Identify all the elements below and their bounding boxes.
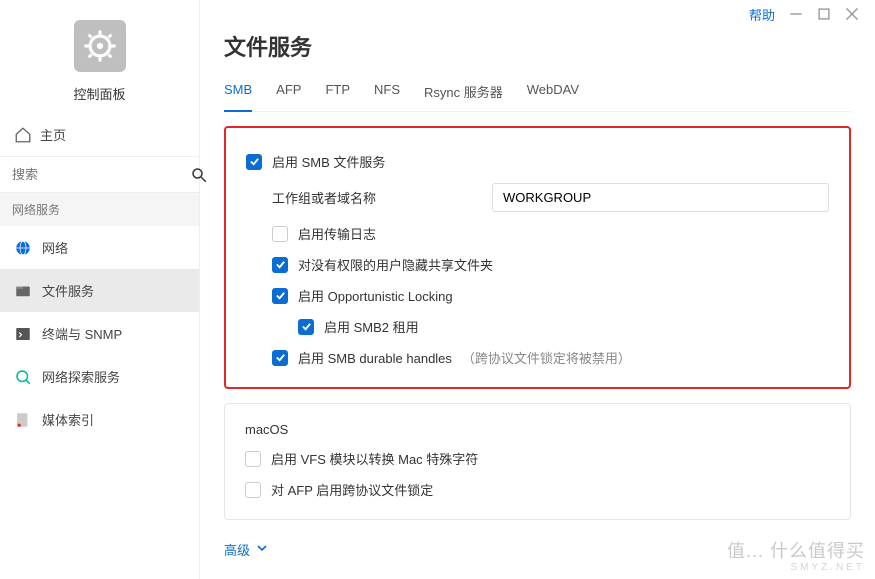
label-afp-lock: 对 AFP 启用跨协议文件锁定 [271,480,433,499]
discovery-icon [14,368,32,386]
minimize-icon[interactable] [789,7,803,21]
macos-title: macOS [245,422,830,437]
advanced-label: 高级 [224,540,250,559]
tab-smb[interactable]: SMB [224,76,252,111]
label-oplock: 启用 Opportunistic Locking [298,286,453,305]
sidebar-item-label: 文件服务 [42,281,94,300]
terminal-icon [14,325,32,343]
sidebar-item-network[interactable]: 网络 [0,226,199,269]
watermark: 值... 什么值得买 SMYZ.NET [727,542,865,573]
sidebar-item-label: 网络探索服务 [42,367,120,386]
search-input[interactable] [10,163,190,186]
home-icon [14,126,32,144]
home-label: 主页 [40,125,66,144]
media-icon [14,411,32,429]
checkbox-enable-log[interactable] [272,226,288,242]
sidebar-item-label: 终端与 SNMP [42,324,122,343]
sidebar-item-terminal-snmp[interactable]: 终端与 SNMP [0,312,199,355]
input-workgroup[interactable] [492,183,829,212]
help-link[interactable]: 帮助 [749,5,775,24]
sidebar-section-header: 网络服务 [0,193,199,226]
app-name: 控制面板 [73,84,125,103]
label-vfs: 启用 VFS 模块以转换 Mac 特殊字符 [271,449,478,468]
tab-nfs[interactable]: NFS [374,76,400,111]
label-enable-smb: 启用 SMB 文件服务 [272,152,385,171]
sidebar-item-file-services[interactable]: 文件服务 [0,269,199,312]
sidebar: 控制面板 主页 网络服务 网络 文件服务 终端与 SNMP [0,0,200,579]
tabs: SMB AFP FTP NFS Rsync 服务器 WebDAV [224,76,851,112]
checkbox-vfs[interactable] [245,451,261,467]
smb-panel: 启用 SMB 文件服务 工作组或者域名称 启用传输日志 对没有权限的用户隐藏共享… [224,126,851,389]
checkbox-afp-lock[interactable] [245,482,261,498]
checkbox-hide-unauthorized[interactable] [272,257,288,273]
tab-webdav[interactable]: WebDAV [527,76,579,111]
label-hide-unauthorized: 对没有权限的用户隐藏共享文件夹 [298,255,493,274]
tab-afp[interactable]: AFP [276,76,301,111]
sidebar-item-label: 媒体索引 [42,410,94,429]
app-logo [74,20,126,72]
page-title: 文件服务 [224,30,851,62]
checkbox-smb2-leasing[interactable] [298,319,314,335]
checkbox-enable-smb[interactable] [246,154,262,170]
globe-icon [14,239,32,257]
sidebar-item-label: 网络 [42,238,68,257]
label-durable-handles: 启用 SMB durable handles [298,348,452,367]
macos-panel: macOS 启用 VFS 模块以转换 Mac 特殊字符 对 AFP 启用跨协议文… [224,403,851,520]
label-workgroup: 工作组或者域名称 [272,188,482,207]
tab-ftp[interactable]: FTP [325,76,350,111]
note-durable: （跨协议文件锁定将被禁用） [462,348,631,367]
search-row [0,156,199,193]
tab-rsync[interactable]: Rsync 服务器 [424,76,503,111]
home-link[interactable]: 主页 [0,113,199,156]
maximize-icon[interactable] [817,7,831,21]
checkbox-oplock[interactable] [272,288,288,304]
sidebar-item-media-indexing[interactable]: 媒体索引 [0,398,199,441]
checkbox-durable-handles[interactable] [272,350,288,366]
chevron-down-icon [256,542,268,557]
sidebar-item-discovery[interactable]: 网络探索服务 [0,355,199,398]
main-content: 文件服务 SMB AFP FTP NFS Rsync 服务器 WebDAV 启用… [200,0,875,579]
folder-icon [14,282,32,300]
label-smb2-leasing: 启用 SMB2 租用 [324,317,419,336]
close-icon[interactable] [845,7,859,21]
label-enable-log: 启用传输日志 [298,224,376,243]
